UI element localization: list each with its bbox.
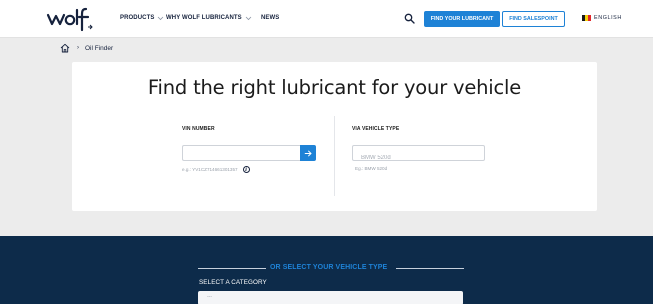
title-rule-left: [198, 268, 266, 269]
language-selector[interactable]: ENGLISH: [582, 15, 622, 21]
vehicle-category-section: OR SELECT YOUR VEHICLE TYPE SELECT A CAT…: [0, 236, 653, 304]
breadcrumb: › Oil Finder: [60, 43, 113, 53]
oil-finder-card: Find the right lubricant for your vehicl…: [72, 62, 597, 211]
nav-products-label: PRODUCTS: [120, 15, 155, 21]
vin-hint: e.g.: YV1CZ714661301357 i: [182, 166, 250, 173]
find-your-lubricant-button[interactable]: FIND YOUR LUBRICANT: [424, 11, 500, 27]
info-icon[interactable]: i: [242, 166, 250, 173]
title-rule-right: [396, 268, 464, 269]
nav-why-wolf-label: WHY WOLF LUBRICANTS: [166, 15, 242, 21]
nav-news[interactable]: NEWS: [261, 15, 279, 21]
category-select-value: ---: [207, 294, 212, 300]
arrow-right-icon: [304, 149, 312, 157]
nav-news-label: NEWS: [261, 15, 280, 21]
breadcrumb-current: Oil Finder: [85, 44, 114, 52]
vehicle-type-input[interactable]: [353, 151, 484, 165]
category-label: SELECT A CATEGORY: [199, 279, 267, 286]
column-divider: [334, 116, 335, 196]
belgium-flag-icon: [582, 15, 591, 21]
nav-products[interactable]: PRODUCTS: [120, 15, 164, 21]
chevron-down-icon: [245, 16, 252, 20]
section-title: OR SELECT YOUR VEHICLE TYPE: [270, 264, 388, 271]
page-title: Find the right lubricant for your vehicl…: [147, 76, 522, 99]
top-navigation-bar: PRODUCTS WHY WOLF LUBRICANTS NEWS FIND Y…: [0, 0, 653, 38]
search-icon[interactable]: [404, 13, 415, 24]
language-label: ENGLISH: [594, 15, 622, 21]
nav-why-wolf[interactable]: WHY WOLF LUBRICANTS: [166, 15, 252, 21]
chevron-down-icon: [158, 16, 164, 20]
home-icon[interactable]: [60, 43, 70, 53]
vin-number-label: VIN NUMBER: [182, 126, 215, 132]
vin-hint-text: e.g.: YV1CZ714661301357: [182, 167, 238, 172]
vehicle-type-hint: Eg.: BMW 520d: [355, 166, 388, 171]
category-select[interactable]: ---: [198, 291, 463, 304]
vin-submit-button[interactable]: [300, 145, 316, 161]
vehicle-type-label: VIA VEHICLE TYPE: [352, 126, 400, 132]
vin-number-input[interactable]: [182, 145, 300, 161]
find-salespoint-button[interactable]: FIND SALESPOINT: [502, 11, 565, 27]
wolf-logo[interactable]: [46, 6, 96, 32]
breadcrumb-separator-icon: ›: [77, 45, 79, 51]
vehicle-type-field[interactable]: [352, 145, 485, 165]
